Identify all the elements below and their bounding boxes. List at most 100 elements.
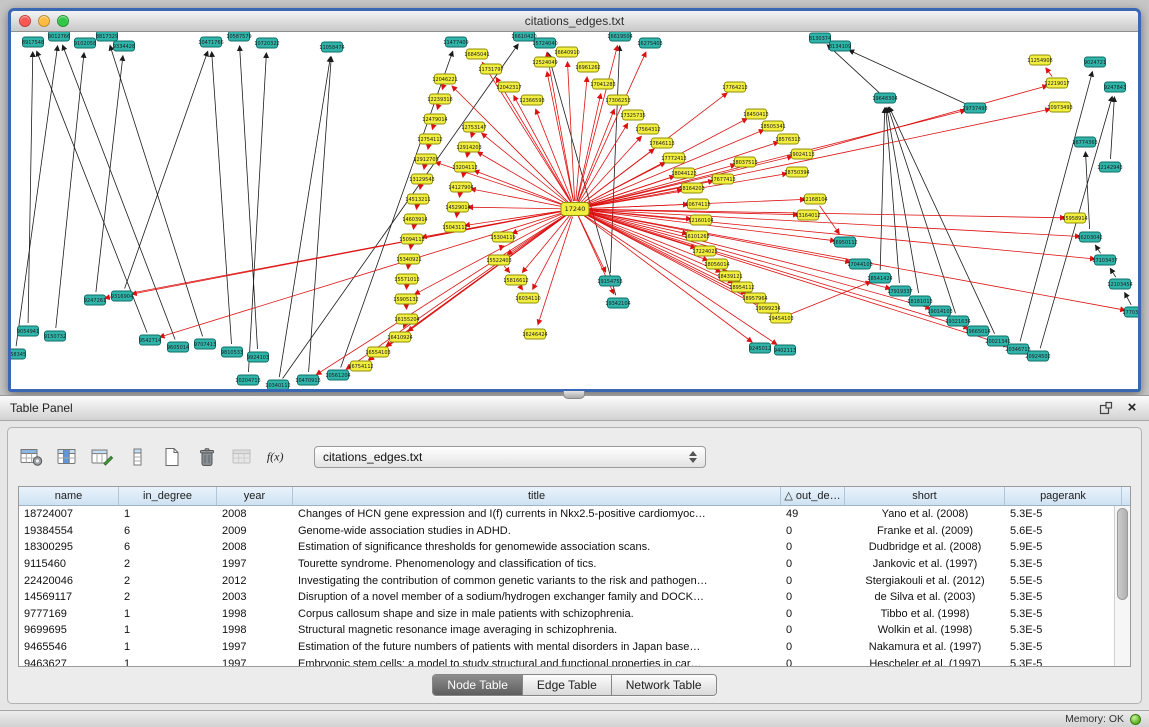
network-canvas[interactable]: 1724012524049166409101696126217041283173… <box>11 32 1138 389</box>
graph-node[interactable]: 17646113 <box>649 138 674 148</box>
table-cell[interactable]: Embryonic stem cells: a model to study s… <box>293 658 781 666</box>
graph-node[interactable]: 19454103 <box>768 313 793 323</box>
graph-node[interactable]: 16203042 <box>1077 232 1102 242</box>
graph-node[interactable]: 12160104 <box>688 215 713 225</box>
graph-node[interactable]: 18450413 <box>743 109 768 119</box>
table-cell[interactable]: Estimation of significance thresholds fo… <box>293 541 781 553</box>
graph-node[interactable]: 9542714 <box>139 335 161 345</box>
table-cell[interactable]: 5.9E-5 <box>1005 541 1114 553</box>
graph-node[interactable]: 12046221 <box>432 74 457 84</box>
graph-node[interactable]: 14513211 <box>405 194 430 204</box>
graph-node[interactable]: 8134109 <box>829 41 851 51</box>
graph-edge[interactable] <box>404 327 405 328</box>
graph-node[interactable]: 16950112 <box>832 237 857 247</box>
tab-edge-table[interactable]: Edge Table <box>523 675 612 695</box>
column-header-pagerank[interactable]: pagerank <box>1005 487 1122 505</box>
graph-edge[interactable] <box>474 171 567 207</box>
graph-node[interactable]: 9012766 <box>48 32 70 41</box>
table-cell[interactable]: 9699695 <box>19 624 119 636</box>
tab-network-table[interactable]: Network Table <box>612 675 716 695</box>
float-panel-icon[interactable] <box>1099 401 1113 415</box>
graph-node[interactable]: 17306253 <box>605 95 630 105</box>
graph-node[interactable]: 9605014 <box>167 342 189 352</box>
table-cell[interactable]: 18300295 <box>19 541 119 553</box>
graph-node[interactable]: 12524049 <box>532 57 557 67</box>
tab-node-table[interactable]: Node Table <box>433 675 523 695</box>
table-cell[interactable]: Tibbo et al. (1998) <box>845 608 1005 620</box>
table-cell[interactable]: 2 <box>119 575 217 587</box>
graph-node[interactable]: 18164203 <box>679 183 704 193</box>
graph-node[interactable]: 10587579 <box>226 32 251 41</box>
close-panel-icon[interactable]: × <box>1125 401 1139 415</box>
graph-node[interactable]: 17044103 <box>847 259 872 269</box>
table-cell[interactable]: 6 <box>119 541 217 553</box>
graph-node[interactable]: 18505341 <box>760 121 785 131</box>
table-vertical-scrollbar[interactable] <box>1114 506 1130 666</box>
graph-node[interactable]: 12042317 <box>496 82 521 92</box>
graph-node[interactable]: 20021341 <box>985 336 1010 346</box>
table-cell[interactable]: 1997 <box>217 558 293 570</box>
graph-node[interactable]: 14529014 <box>445 202 470 212</box>
table-cell[interactable]: 6 <box>119 525 217 537</box>
graph-node[interactable]: 9402113 <box>774 345 796 355</box>
graph-node[interactable]: 10470913 <box>295 375 320 385</box>
graph-node[interactable]: 16774363 <box>1072 137 1097 147</box>
table-cell[interactable]: 22420046 <box>19 575 119 587</box>
graph-hub-node[interactable]: 17240 <box>561 203 589 216</box>
function-builder-icon[interactable]: f(x) <box>265 446 289 468</box>
table-cell[interactable]: 0 <box>781 591 845 603</box>
table-row[interactable]: 1872400712008Changes of HCN gene express… <box>19 506 1114 523</box>
graph-node[interactable]: 8858345 <box>11 349 26 359</box>
graph-node[interactable]: 19737493 <box>962 103 987 113</box>
graph-edge[interactable] <box>96 56 123 292</box>
graph-node[interactable]: 17677413 <box>710 174 735 184</box>
minimize-button[interactable] <box>38 15 50 27</box>
table-cell[interactable]: Estimation of the future numbers of pati… <box>293 641 781 653</box>
graph-node[interactable]: 15571013 <box>394 274 419 284</box>
graph-node[interactable]: 19342104 <box>605 298 630 308</box>
graph-node[interactable]: 14603914 <box>402 214 427 224</box>
graph-node[interactable]: 15522403 <box>486 255 511 265</box>
table-scrollbar-thumb[interactable] <box>1117 508 1128 600</box>
graph-node[interactable]: 10471766 <box>198 37 223 47</box>
graph-node[interactable]: 18037513 <box>732 157 757 167</box>
panel-splitter-handle[interactable] <box>563 391 585 399</box>
delete-icon[interactable] <box>195 446 219 468</box>
graph-node[interactable]: 9054941 <box>17 326 39 336</box>
graph-node[interactable]: 19024113 <box>789 149 814 159</box>
table-cell[interactable]: 2009 <box>217 525 293 537</box>
table-cell[interactable]: Nakamura et al. (1997) <box>845 641 1005 653</box>
graph-edge[interactable] <box>520 287 522 290</box>
graph-edge[interactable] <box>125 51 208 288</box>
table-cell[interactable]: 1997 <box>217 641 293 653</box>
graph-node[interactable]: 16961262 <box>575 62 600 72</box>
graph-node[interactable]: 8917548 <box>22 37 44 47</box>
table-cell[interactable]: Yano et al. (2008) <box>845 508 1005 520</box>
graph-node[interactable]: 16155204 <box>394 314 419 324</box>
graph-edge[interactable] <box>849 50 968 104</box>
table-row[interactable]: 911546021997Tourette syndrome. Phenomeno… <box>19 556 1114 573</box>
graph-edge[interactable] <box>437 107 438 110</box>
table-cell[interactable]: 0 <box>781 558 845 570</box>
column-header-out_de[interactable]: △ out_de… <box>781 487 845 505</box>
graph-node[interactable]: 17041283 <box>590 79 615 89</box>
graph-node[interactable]: 18750394 <box>784 167 809 177</box>
graph-edge[interactable] <box>478 152 568 205</box>
table-cell[interactable]: 5.5E-5 <box>1005 575 1114 587</box>
column-header-year[interactable]: year <box>217 487 293 505</box>
graph-edge[interactable] <box>212 52 232 344</box>
select-columns-icon[interactable] <box>55 446 79 468</box>
graph-node[interactable]: 15340921 <box>396 254 421 264</box>
graph-edge[interactable] <box>240 46 258 349</box>
graph-edge[interactable] <box>482 63 570 203</box>
graph-node[interactable]: 18954112 <box>729 282 754 292</box>
graph-edge[interactable] <box>28 52 33 323</box>
graph-node[interactable]: 16619504 <box>607 32 632 41</box>
graph-node[interactable]: 17325735 <box>620 110 645 120</box>
graph-node[interactable]: 17772413 <box>661 153 686 163</box>
table-cell[interactable]: 5.3E-5 <box>1005 591 1114 603</box>
table-cell[interactable]: de Silva et al. (2003) <box>845 591 1005 603</box>
table-cell[interactable]: 2012 <box>217 575 293 587</box>
graph-node[interactable]: 19321634 <box>945 316 970 326</box>
graph-node[interactable]: 18439121 <box>717 271 742 281</box>
